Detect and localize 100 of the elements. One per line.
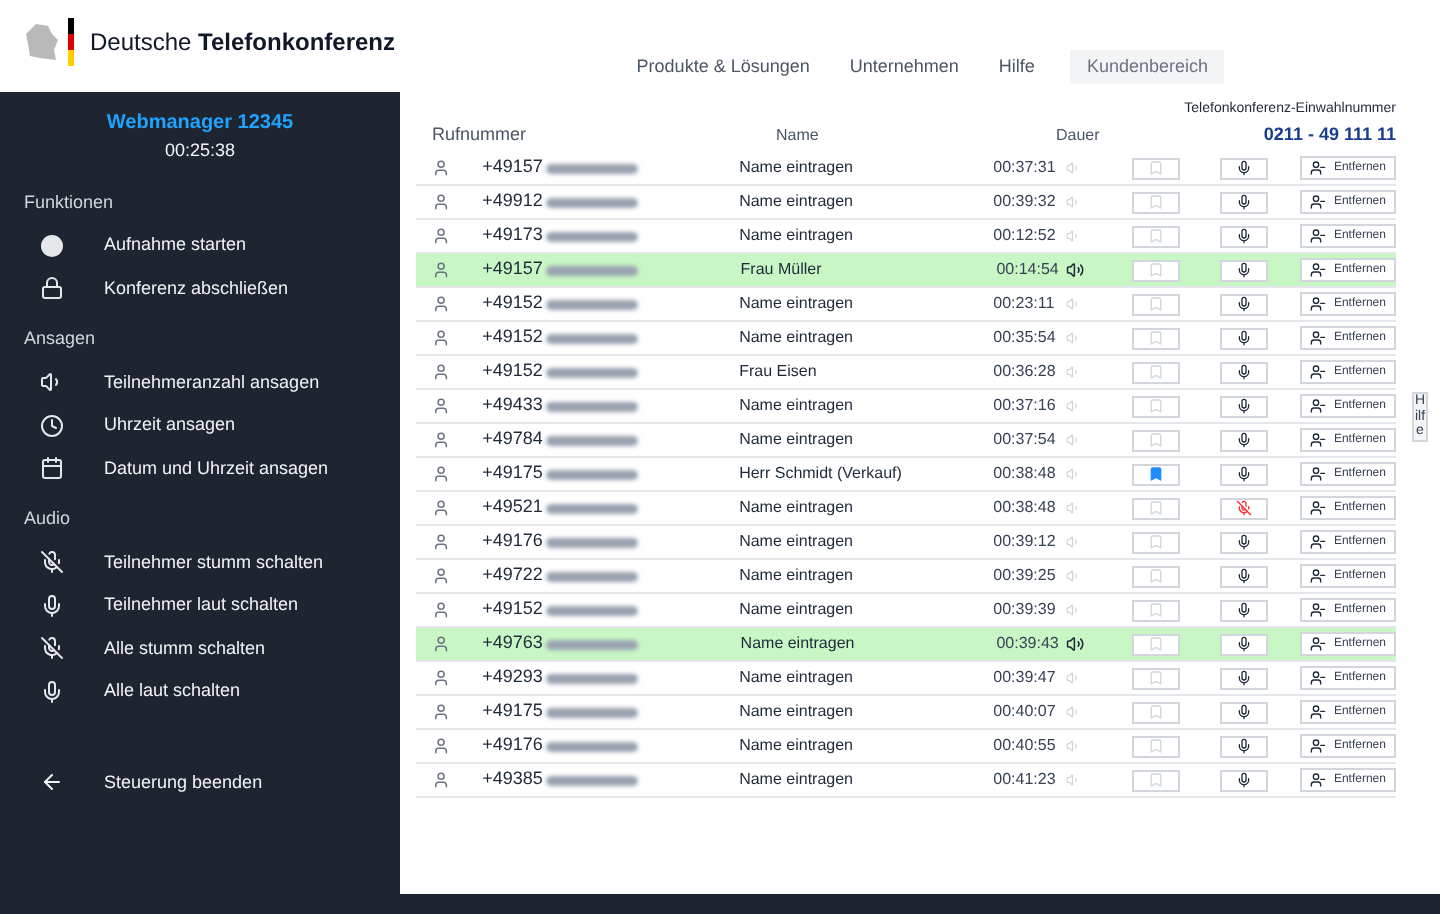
sidebar-item[interactable]: Teilnehmer laut schalten [24,584,376,627]
call-duration: 00:23:11 [993,292,1057,316]
remove-person-icon [1309,772,1326,788]
section-heading: Audio [24,506,73,532]
remove-person-icon [1309,330,1326,346]
pin-button[interactable] [1132,463,1181,485]
section-heading: Funktionen [24,189,116,215]
participant-name: Name eintragen [740,632,857,656]
remove-person-icon [1309,704,1326,720]
microphone-icon [1236,262,1252,278]
mute-button[interactable] [1220,769,1268,791]
participant-name: Name eintragen [739,530,855,554]
phone-number: +49157 [482,256,543,283]
sidebar-item[interactable]: Uhrzeit ansagen [24,404,376,447]
participant-name: Name eintragen [739,734,855,758]
person-icon [432,192,451,212]
person-icon [432,396,451,416]
sidebar-item[interactable]: Konferenz abschließen [24,267,376,310]
mute-button[interactable] [1220,599,1268,621]
mute-button[interactable] [1220,225,1268,247]
person-icon [432,600,451,620]
mute-button[interactable] [1220,565,1268,587]
sidebar-item[interactable]: Alle stumm schalten [24,627,376,670]
mute-button[interactable] [1220,531,1268,553]
bookmark-icon [1148,568,1165,584]
nav-link[interactable]: Kundenbereich [1070,49,1224,84]
phone-number: +49784 [482,426,543,453]
microphone-icon [1236,534,1253,550]
bookmark-icon [1148,636,1165,652]
participant-name: Name eintragen [739,564,855,588]
phone-number: +49176 [482,528,543,555]
mute-button[interactable] [1220,259,1268,281]
nav-link[interactable]: Unternehmen [845,49,963,84]
mute-button[interactable] [1220,157,1268,179]
blurred-number-block [546,639,639,649]
mute-button[interactable] [1220,735,1268,757]
mute-button[interactable] [1220,633,1268,655]
participant-name: Name eintragen [739,326,855,350]
speaker-icon [1066,330,1081,346]
mute-button[interactable] [1220,497,1268,519]
bookmark-icon [1148,364,1165,380]
bookmark-icon [1148,160,1165,176]
participant-name: Name eintragen [739,598,855,622]
person-icon [432,158,451,178]
sidebar-item[interactable]: Teilnehmer stumm schalten [24,541,376,584]
sidebar-item[interactable]: Alle laut schalten [24,670,376,713]
person-icon [432,328,451,348]
blurred-number-block [546,197,638,207]
call-duration: 00:37:16 [993,394,1058,418]
nav-link[interactable]: Hilfe [994,49,1039,84]
speaker-icon [1066,670,1081,686]
sidebar-item[interactable]: Teilnehmeranzahl ansagen [24,361,376,404]
remove-person-icon [1309,568,1326,584]
bookmark-icon [1148,602,1165,618]
phone-number: +49176 [482,732,543,759]
blurred-number-block [546,231,638,241]
remove-person-icon [1309,602,1326,618]
call-duration: 00:39:47 [993,666,1058,690]
phone-number: +49175 [482,698,543,725]
exit-control-button[interactable]: Steuerung beenden [24,761,376,804]
blurred-number-block [546,435,638,445]
mute-button[interactable] [1220,667,1268,689]
mute-button[interactable] [1220,191,1268,213]
person-icon [432,430,451,450]
mute-button[interactable] [1220,429,1268,451]
sidebar-item[interactable]: Datum und Uhrzeit ansagen [24,447,376,490]
remove-person-icon [1309,500,1326,516]
muted-microphone-icon [1236,500,1253,516]
mute-button[interactable] [1220,293,1268,315]
bookmark-icon [1148,432,1165,448]
remove-person-icon [1309,636,1326,652]
call-duration: 00:12:52 [993,224,1058,248]
mute-button[interactable] [1220,395,1268,417]
call-duration: 00:39:12 [993,530,1058,554]
microphone-icon [40,593,64,618]
person-icon [432,702,451,722]
mute-button[interactable] [1220,361,1268,383]
microphone-icon [1236,602,1253,618]
blurred-number-block [546,265,639,275]
microphone-icon [1236,432,1253,448]
phone-number: +49763 [482,630,543,657]
call-duration: 00:39:32 [993,190,1058,214]
clock-icon [40,413,64,438]
participant-name: Name eintragen [739,224,855,248]
arrow-left-icon [40,770,64,795]
call-duration: 00:35:54 [993,326,1058,350]
blurred-number-block [546,367,638,377]
blurred-number-block [546,163,638,173]
participant-name: Name eintragen [739,666,855,690]
mute-button[interactable] [1220,327,1268,349]
person-icon [432,566,451,586]
person-icon [432,464,451,484]
call-duration: 00:40:55 [993,734,1058,758]
mute-button[interactable] [1220,701,1268,723]
bookmark-icon [1148,262,1165,278]
mute-button[interactable] [1220,463,1268,485]
sidebar-item[interactable]: Aufnahme starten [24,224,376,267]
remove-person-icon [1309,296,1326,312]
nav-link[interactable]: Produkte & Lösungen [632,49,814,84]
speaker-icon [1066,194,1081,210]
